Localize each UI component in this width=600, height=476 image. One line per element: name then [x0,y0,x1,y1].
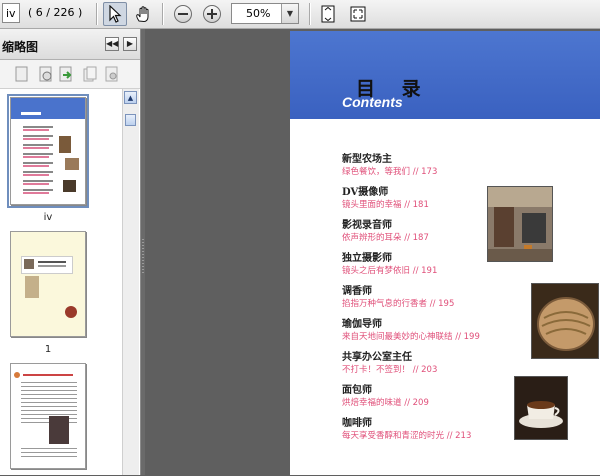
zoom-level-value: 50% [246,7,271,20]
splitter-grip-icon[interactable] [142,239,144,275]
thumbnail-page-iv[interactable] [7,94,89,208]
toc-title: 瑜伽导师 [342,319,382,330]
hand-icon [136,6,149,23]
thumbnail-panel-title: 缩略图 [2,40,39,54]
toc-entry[interactable]: 面包师烘焙幸福的味道 // 209 [342,384,522,417]
toc-subtitle: 掐指万种气息的行香者 // 195 [342,299,455,309]
thumbnail-toolbar [0,60,140,89]
toc-title: 调香师 [342,286,372,297]
thumbnail-label: iv [43,212,53,223]
thumbnail-scrollbar[interactable]: ▲ [122,89,139,475]
contents-banner: 目 录 Contents [290,31,600,119]
panel-options-icon[interactable]: ▶ [123,37,137,51]
toc-title: 咖啡师 [342,418,372,429]
thumbnail-item[interactable]: 1 [10,231,86,355]
street-photo [487,186,553,262]
extract-page-icon[interactable] [58,66,74,82]
page-count: ( 6 / 226 ) [28,6,83,19]
toc-title: 共享办公室主任 [342,352,412,363]
toc-entry[interactable]: 新型农场主绿色餐饮，等我们 // 173 [342,153,522,186]
thumbnail-panel-header: 缩略图 ◀◀ ▶ [0,29,140,60]
panel-splitter[interactable] [141,29,145,475]
toc-title: 新型农场主 [342,154,392,165]
select-tool-button[interactable] [103,2,127,26]
contents-title-en: Contents [342,94,403,110]
delete-page-icon[interactable] [38,66,54,82]
zoom-dropdown-icon[interactable]: ▼ [281,4,298,23]
document-page: 目 录 Contents 新型农场主 绿色餐饮，等我们 // 173 DV摄像师镜… [290,31,600,475]
toc-subtitle: 镜头之后有梦依旧 // 191 [342,266,438,276]
toc-entry[interactable]: 咖啡师每天享受香醇和青涩的时光 // 213 [342,417,522,450]
thumbnail-panel: 缩略图 ◀◀ ▶ iv 1 ▲ [0,29,141,475]
page-number-input[interactable]: iv [2,3,20,23]
thumbnail-item[interactable] [10,363,86,476]
zoom-in-icon [203,5,221,23]
toc-subtitle: 每天享受香醇和青涩的时光 // 213 [342,431,472,441]
toc-entry[interactable]: 共享办公室主任不打卡！不签到！ // 203 [342,351,522,384]
fit-page-button[interactable] [316,2,340,26]
replace-page-icon[interactable] [82,66,98,82]
thumbnail-list: iv 1 [0,89,122,475]
toc-entry[interactable]: 瑜伽导师来自天地间最美妙的心神联结 // 199 [342,318,522,351]
toc-subtitle: 绿色餐饮，等我们 // 173 [342,167,438,177]
fit-page-icon [321,5,335,23]
toc-title: 面包师 [342,385,372,396]
toolbar-separator [162,3,164,25]
select-arrow-icon [109,5,122,23]
main-toolbar: iv ( 6 / 226 ) 50% ▼ [0,0,600,29]
collapse-panel-icon[interactable]: ◀◀ [105,37,119,51]
zoom-out-button[interactable] [171,2,195,26]
zoom-level-field[interactable]: 50% ▼ [231,3,299,24]
toc-subtitle: 不打卡！不签到！ // 203 [342,365,438,375]
thumbnail-page-1[interactable] [10,231,86,337]
zoom-in-button[interactable] [200,2,224,26]
hand-tool-button[interactable] [131,2,155,26]
fit-window-icon [350,6,366,22]
scrollbar-thumb[interactable] [125,114,136,126]
thumbnail-label: 1 [44,344,52,355]
coffee-photo [514,376,568,440]
page-tool-icon[interactable] [14,66,30,82]
scroll-up-icon[interactable]: ▲ [124,91,137,104]
toc-subtitle: 来自天地间最美妙的心神联结 // 199 [342,332,480,342]
thumbnail-page-2[interactable] [10,363,86,469]
print-page-icon[interactable] [104,66,120,82]
toc-entry[interactable]: 调香师掐指万种气息的行香者 // 195 [342,285,522,318]
toolbar-separator [96,3,98,25]
bread-photo [531,283,599,359]
toolbar-separator [309,3,311,25]
thumbnail-item[interactable]: iv [7,94,89,223]
fit-window-button[interactable] [346,2,370,26]
toc-subtitle: 烘焙幸福的味道 // 209 [342,398,429,408]
zoom-out-icon [174,5,192,23]
